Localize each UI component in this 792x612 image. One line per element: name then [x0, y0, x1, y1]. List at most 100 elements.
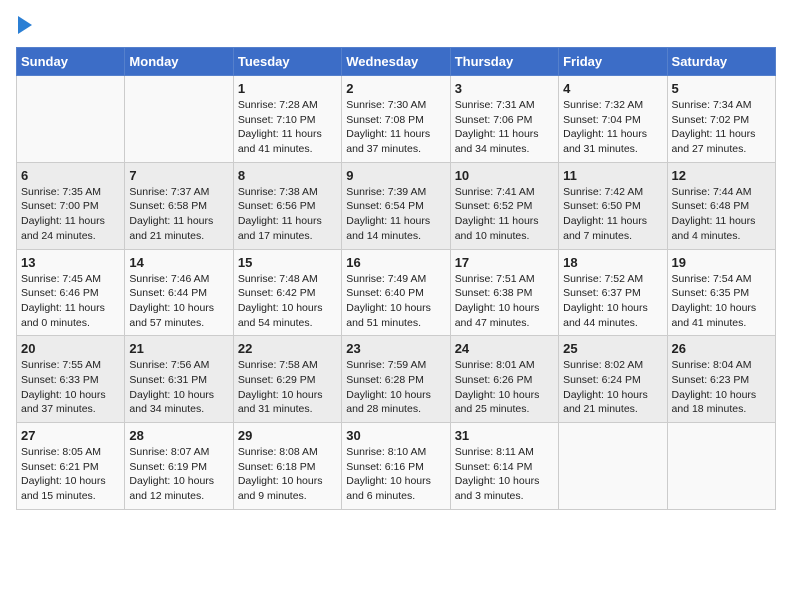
calendar-week-row: 1 Sunrise: 7:28 AM Sunset: 7:10 PM Daylig… [17, 76, 776, 163]
day-info: Sunrise: 7:41 AM Sunset: 6:52 PM Dayligh… [455, 185, 554, 244]
day-info: Sunrise: 7:54 AM Sunset: 6:35 PM Dayligh… [672, 272, 771, 331]
day-info: Sunrise: 7:45 AM Sunset: 6:46 PM Dayligh… [21, 272, 120, 331]
day-number: 15 [238, 255, 337, 270]
calendar-cell: 1 Sunrise: 7:28 AM Sunset: 7:10 PM Daylig… [233, 76, 341, 163]
day-info: Sunrise: 7:49 AM Sunset: 6:40 PM Dayligh… [346, 272, 445, 331]
day-number: 24 [455, 341, 554, 356]
column-header-sunday: Sunday [17, 48, 125, 76]
calendar-cell [559, 423, 667, 510]
day-number: 26 [672, 341, 771, 356]
day-info: Sunrise: 7:58 AM Sunset: 6:29 PM Dayligh… [238, 358, 337, 417]
day-number: 31 [455, 428, 554, 443]
day-number: 8 [238, 168, 337, 183]
day-info: Sunrise: 7:42 AM Sunset: 6:50 PM Dayligh… [563, 185, 662, 244]
calendar-cell [667, 423, 775, 510]
calendar-cell: 8 Sunrise: 7:38 AM Sunset: 6:56 PM Daylig… [233, 162, 341, 249]
calendar-cell: 19 Sunrise: 7:54 AM Sunset: 6:35 PM Dayli… [667, 249, 775, 336]
day-number: 23 [346, 341, 445, 356]
day-number: 10 [455, 168, 554, 183]
calendar-cell: 12Sunrise: 7:44 AM Sunset: 6:48 PM Dayli… [667, 162, 775, 249]
day-number: 20 [21, 341, 120, 356]
day-info: Sunrise: 7:59 AM Sunset: 6:28 PM Dayligh… [346, 358, 445, 417]
day-info: Sunrise: 8:11 AM Sunset: 6:14 PM Dayligh… [455, 445, 554, 504]
calendar-cell: 6 Sunrise: 7:35 AM Sunset: 7:00 PM Daylig… [17, 162, 125, 249]
day-info: Sunrise: 8:01 AM Sunset: 6:26 PM Dayligh… [455, 358, 554, 417]
day-number: 28 [129, 428, 228, 443]
day-number: 9 [346, 168, 445, 183]
calendar-cell: 30Sunrise: 8:10 AM Sunset: 6:16 PM Dayli… [342, 423, 450, 510]
calendar-cell: 5Sunrise: 7:34 AM Sunset: 7:02 PM Daylig… [667, 76, 775, 163]
column-header-saturday: Saturday [667, 48, 775, 76]
day-number: 18 [563, 255, 662, 270]
page-header [16, 16, 776, 39]
calendar-cell: 17Sunrise: 7:51 AM Sunset: 6:38 PM Dayli… [450, 249, 558, 336]
calendar-cell: 15 Sunrise: 7:48 AM Sunset: 6:42 PM Dayli… [233, 249, 341, 336]
day-info: Sunrise: 7:52 AM Sunset: 6:37 PM Dayligh… [563, 272, 662, 331]
calendar-header-row: SundayMondayTuesdayWednesdayThursdayFrid… [17, 48, 776, 76]
day-info: Sunrise: 8:07 AM Sunset: 6:19 PM Dayligh… [129, 445, 228, 504]
calendar-cell: 23 Sunrise: 7:59 AM Sunset: 6:28 PM Dayli… [342, 336, 450, 423]
calendar-cell: 2 Sunrise: 7:30 AM Sunset: 7:08 PM Daylig… [342, 76, 450, 163]
day-info: Sunrise: 8:10 AM Sunset: 6:16 PM Dayligh… [346, 445, 445, 504]
day-info: Sunrise: 7:35 AM Sunset: 7:00 PM Dayligh… [21, 185, 120, 244]
calendar-cell: 3 Sunrise: 7:31 AM Sunset: 7:06 PM Daylig… [450, 76, 558, 163]
day-info: Sunrise: 7:28 AM Sunset: 7:10 PM Dayligh… [238, 98, 337, 157]
day-number: 19 [672, 255, 771, 270]
day-number: 14 [129, 255, 228, 270]
calendar-cell: 29 Sunrise: 8:08 AM Sunset: 6:18 PM Dayli… [233, 423, 341, 510]
logo [16, 16, 32, 39]
day-number: 5 [672, 81, 771, 96]
day-info: Sunrise: 7:37 AM Sunset: 6:58 PM Dayligh… [129, 185, 228, 244]
day-number: 3 [455, 81, 554, 96]
calendar-cell: 11 Sunrise: 7:42 AM Sunset: 6:50 PM Dayli… [559, 162, 667, 249]
calendar-week-row: 20 Sunrise: 7:55 AM Sunset: 6:33 PM Dayli… [17, 336, 776, 423]
day-info: Sunrise: 8:02 AM Sunset: 6:24 PM Dayligh… [563, 358, 662, 417]
calendar-cell [17, 76, 125, 163]
day-number: 1 [238, 81, 337, 96]
calendar-cell: 25 Sunrise: 8:02 AM Sunset: 6:24 PM Dayli… [559, 336, 667, 423]
day-number: 29 [238, 428, 337, 443]
calendar-cell: 28 Sunrise: 8:07 AM Sunset: 6:19 PM Dayli… [125, 423, 233, 510]
calendar-cell: 16Sunrise: 7:49 AM Sunset: 6:40 PM Dayli… [342, 249, 450, 336]
calendar-table: SundayMondayTuesdayWednesdayThursdayFrid… [16, 47, 776, 510]
calendar-week-row: 27Sunrise: 8:05 AM Sunset: 6:21 PM Dayli… [17, 423, 776, 510]
calendar-cell: 7Sunrise: 7:37 AM Sunset: 6:58 PM Daylig… [125, 162, 233, 249]
day-number: 11 [563, 168, 662, 183]
column-header-wednesday: Wednesday [342, 48, 450, 76]
day-info: Sunrise: 7:55 AM Sunset: 6:33 PM Dayligh… [21, 358, 120, 417]
day-number: 2 [346, 81, 445, 96]
day-info: Sunrise: 7:30 AM Sunset: 7:08 PM Dayligh… [346, 98, 445, 157]
column-header-friday: Friday [559, 48, 667, 76]
day-number: 21 [129, 341, 228, 356]
day-number: 25 [563, 341, 662, 356]
day-info: Sunrise: 7:48 AM Sunset: 6:42 PM Dayligh… [238, 272, 337, 331]
calendar-week-row: 13 Sunrise: 7:45 AM Sunset: 6:46 PM Dayli… [17, 249, 776, 336]
day-number: 13 [21, 255, 120, 270]
calendar-cell: 27Sunrise: 8:05 AM Sunset: 6:21 PM Dayli… [17, 423, 125, 510]
calendar-cell: 14Sunrise: 7:46 AM Sunset: 6:44 PM Dayli… [125, 249, 233, 336]
column-header-thursday: Thursday [450, 48, 558, 76]
calendar-cell: 10 Sunrise: 7:41 AM Sunset: 6:52 PM Dayli… [450, 162, 558, 249]
day-info: Sunrise: 8:05 AM Sunset: 6:21 PM Dayligh… [21, 445, 120, 504]
day-number: 6 [21, 168, 120, 183]
calendar-cell: 26 Sunrise: 8:04 AM Sunset: 6:23 PM Dayli… [667, 336, 775, 423]
day-info: Sunrise: 7:39 AM Sunset: 6:54 PM Dayligh… [346, 185, 445, 244]
day-info: Sunrise: 7:32 AM Sunset: 7:04 PM Dayligh… [563, 98, 662, 157]
calendar-cell: 21 Sunrise: 7:56 AM Sunset: 6:31 PM Dayli… [125, 336, 233, 423]
day-info: Sunrise: 7:31 AM Sunset: 7:06 PM Dayligh… [455, 98, 554, 157]
day-info: Sunrise: 7:56 AM Sunset: 6:31 PM Dayligh… [129, 358, 228, 417]
day-info: Sunrise: 7:38 AM Sunset: 6:56 PM Dayligh… [238, 185, 337, 244]
day-number: 4 [563, 81, 662, 96]
column-header-tuesday: Tuesday [233, 48, 341, 76]
calendar-cell: 24 Sunrise: 8:01 AM Sunset: 6:26 PM Dayli… [450, 336, 558, 423]
day-info: Sunrise: 8:08 AM Sunset: 6:18 PM Dayligh… [238, 445, 337, 504]
calendar-cell: 18 Sunrise: 7:52 AM Sunset: 6:37 PM Dayli… [559, 249, 667, 336]
day-number: 22 [238, 341, 337, 356]
day-number: 17 [455, 255, 554, 270]
column-header-monday: Monday [125, 48, 233, 76]
day-number: 12 [672, 168, 771, 183]
calendar-week-row: 6 Sunrise: 7:35 AM Sunset: 7:00 PM Daylig… [17, 162, 776, 249]
day-info: Sunrise: 8:04 AM Sunset: 6:23 PM Dayligh… [672, 358, 771, 417]
calendar-cell: 9 Sunrise: 7:39 AM Sunset: 6:54 PM Daylig… [342, 162, 450, 249]
calendar-cell: 13 Sunrise: 7:45 AM Sunset: 6:46 PM Dayli… [17, 249, 125, 336]
